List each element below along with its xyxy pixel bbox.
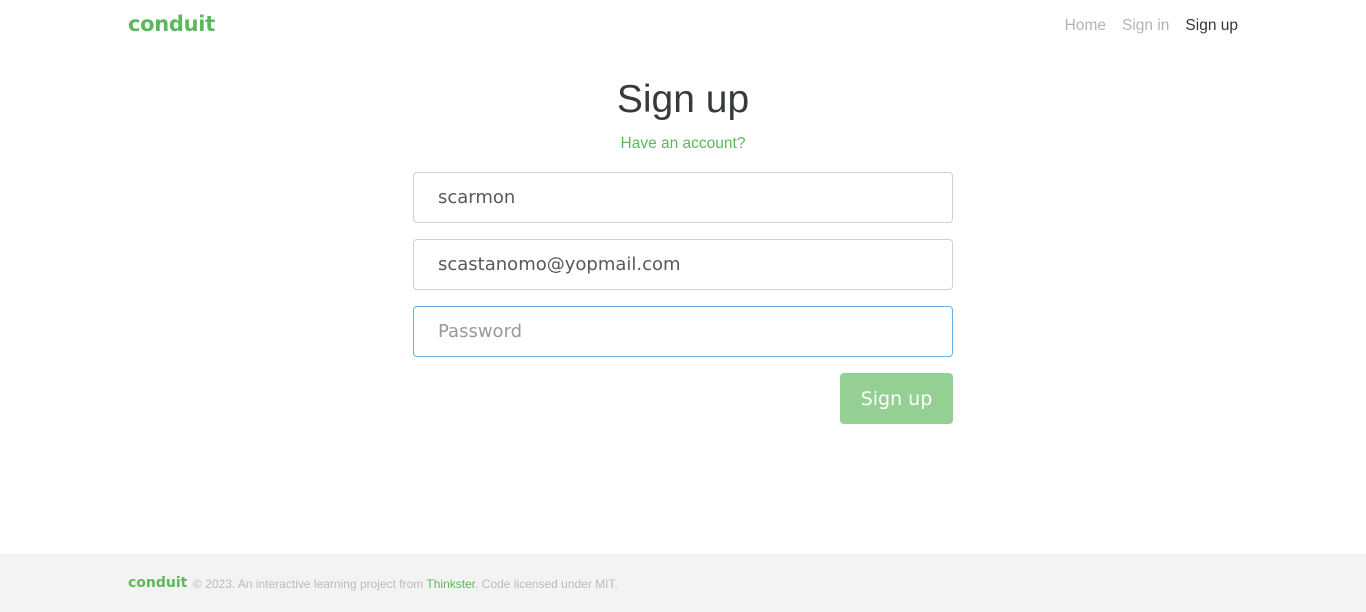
page-title: Sign up — [616, 78, 750, 121]
password-field[interactable] — [413, 306, 953, 357]
footer-text-before: © 2023. An interactive learning project … — [193, 577, 427, 591]
have-account-link[interactable]: Have an account? — [0, 135, 1366, 153]
username-field[interactable] — [413, 172, 953, 223]
footer-text-after: . Code licensed under MIT. — [475, 577, 618, 591]
footer-attribution: © 2023. An interactive learning project … — [193, 577, 618, 591]
footer-logo[interactable]: conduit — [128, 575, 187, 591]
email-field[interactable] — [413, 239, 953, 290]
navbar: conduit Home Sign in Sign up — [0, 0, 1366, 56]
nav-link-sign-in[interactable]: Sign in — [1122, 17, 1169, 34]
nav-link-home[interactable]: Home — [1065, 17, 1106, 34]
nav-link-sign-up[interactable]: Sign up — [1185, 17, 1238, 34]
thinkster-link[interactable]: Thinkster — [426, 577, 475, 591]
page: conduit Home Sign in Sign up Sign up Hav… — [0, 0, 1366, 612]
nav-item-home: Home — [1065, 17, 1106, 35]
nav-item-sign-up: Sign up — [1185, 17, 1238, 35]
nav-item-sign-in: Sign in — [1122, 17, 1169, 35]
nav-links: Home Sign in Sign up — [1065, 17, 1238, 35]
footer: conduit © 2023. An interactive learning … — [0, 554, 1366, 612]
sign-up-button[interactable]: Sign up — [840, 373, 953, 424]
brand-logo[interactable]: conduit — [128, 12, 215, 36]
